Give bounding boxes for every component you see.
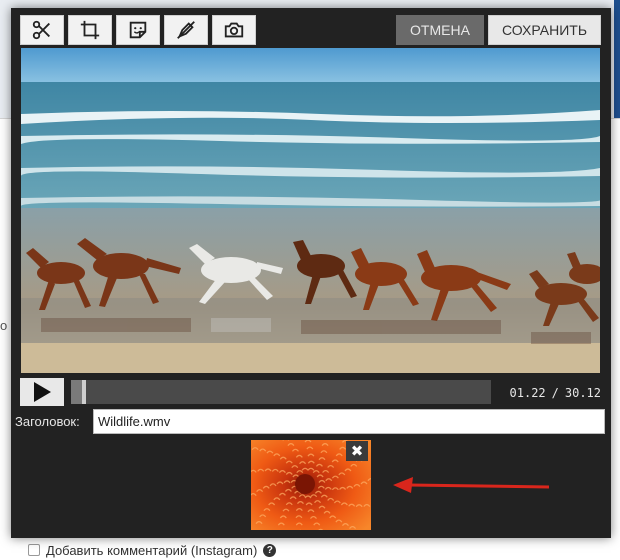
cancel-button[interactable]: ОТМЕНА: [396, 15, 484, 45]
background-text-fragment: o: [0, 318, 8, 333]
video-progress-bar[interactable]: [71, 380, 491, 404]
red-arrow: [393, 477, 550, 493]
add-comment-checkbox[interactable]: [28, 544, 40, 556]
title-input[interactable]: [93, 409, 605, 434]
disable-draw-button[interactable]: [164, 15, 208, 45]
current-time: 01.22: [509, 386, 546, 400]
camera-icon: [224, 22, 244, 38]
progress-fill: [71, 380, 82, 404]
play-button[interactable]: [20, 378, 64, 406]
no-draw-icon: [177, 21, 195, 39]
add-comment-option[interactable]: Добавить комментарий (Instagram) ?: [28, 540, 277, 560]
video-preview[interactable]: [21, 48, 600, 373]
time-display: 01.22 / 30.12: [499, 384, 601, 402]
scissors-icon: [32, 20, 50, 40]
total-time: 30.12: [564, 386, 601, 400]
add-comment-label: Добавить комментарий (Instagram): [46, 542, 258, 558]
sticker-icon: [129, 21, 147, 39]
trim-button[interactable]: [20, 15, 64, 45]
save-button[interactable]: СОХРАНИТЬ: [488, 15, 601, 45]
crop-icon: [80, 20, 100, 40]
video-frame-image: [21, 48, 600, 373]
snapshot-button[interactable]: [212, 15, 256, 45]
video-editor-modal: ОТМЕНА СОХРАНИТЬ 01.22 / 30.12 Заголовок…: [11, 8, 611, 538]
time-separator: /: [551, 386, 559, 400]
help-icon[interactable]: ?: [263, 543, 277, 557]
sticker-button[interactable]: [116, 15, 160, 45]
background-accent-strip: [614, 0, 620, 118]
remove-thumbnail-button[interactable]: ✖: [346, 441, 368, 461]
play-icon: [34, 382, 51, 402]
progress-handle[interactable]: [82, 380, 86, 404]
crop-button[interactable]: [68, 15, 112, 45]
title-label: Заголовок:: [15, 413, 80, 429]
